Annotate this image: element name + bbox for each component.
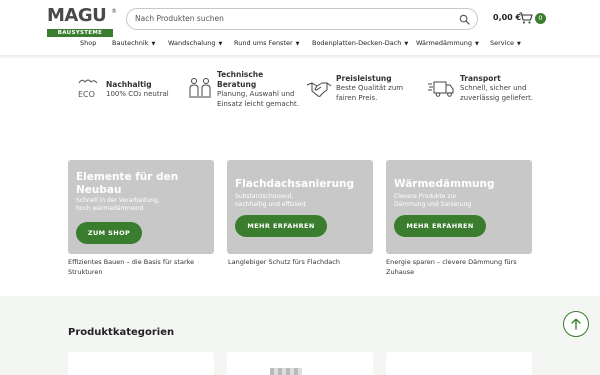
card-caption-waermedaemmung: Energie sparen – clevere Dämmung fürs Zu… bbox=[386, 258, 536, 277]
usp-beratung: Technische Beratung Planung, Auswahl und… bbox=[187, 70, 302, 114]
category-tile[interactable] bbox=[68, 352, 214, 375]
truck-icon bbox=[428, 81, 454, 97]
nav-item-bautechnik[interactable]: Bautechnik ▼ bbox=[112, 39, 155, 47]
usp-title-line-2: Beratung bbox=[217, 80, 257, 89]
chevron-down-icon: ▼ bbox=[517, 41, 521, 47]
card-title: Wärmedämmung bbox=[394, 178, 495, 190]
nav-label: Bodenplatten-Decken-Dach bbox=[312, 39, 402, 47]
cart-icon[interactable] bbox=[519, 12, 533, 24]
usp-text: 100% CO₂ neutral bbox=[106, 90, 169, 98]
card-caption-neubau: Effizientes Bauen – die Basis für starke… bbox=[68, 258, 218, 277]
card-title-line-1: Elemente für den bbox=[76, 171, 179, 183]
handshake-icon bbox=[306, 82, 332, 97]
nav-label: Service bbox=[490, 39, 515, 47]
nav-label: Rund ums Fenster bbox=[234, 39, 293, 47]
logo-registered-mark: ® bbox=[111, 8, 117, 15]
caption-line-1: Effizientes Bauen – die Basis für starke bbox=[68, 258, 195, 266]
chevron-down-icon: ▼ bbox=[295, 41, 300, 47]
usp-text-line-1: Beste Qualität zum bbox=[336, 84, 404, 92]
nav-label: Wärmedämmung bbox=[416, 39, 473, 47]
nav-label: Bautechnik bbox=[112, 39, 149, 47]
caption-line-2: Strukturen bbox=[68, 267, 103, 276]
chevron-down-icon: ▼ bbox=[151, 41, 156, 47]
nav-item-service[interactable]: Service ▼ bbox=[490, 39, 521, 47]
usp-title: Preisleistung bbox=[336, 74, 392, 83]
search-icon[interactable] bbox=[459, 14, 470, 25]
section-title: Produktkategorien bbox=[68, 327, 175, 338]
chevron-down-icon: ▼ bbox=[475, 41, 479, 47]
nav-item-bodenplatten[interactable]: Bodenplatten-Decken-Dach ▼ bbox=[312, 39, 408, 47]
site-header: MAGU ® BAUSYSTEME Nach Produkten suchen … bbox=[0, 0, 600, 59]
card-sub-line-1: Clevere Produkte zur bbox=[394, 193, 457, 200]
arrow-up-icon bbox=[571, 318, 581, 330]
card-title-line-2: Neubau bbox=[76, 184, 122, 196]
usp-title: Transport bbox=[460, 74, 501, 83]
caption-line-1: Langlebiger Schutz fürs Flachdach bbox=[228, 258, 340, 266]
chevron-down-icon: ▼ bbox=[218, 41, 223, 47]
logo-subline: BAUSYSTEME bbox=[47, 29, 113, 37]
usp-nachhaltig: ECO Nachhaltig 100% CO₂ neutral bbox=[76, 70, 186, 114]
chevron-down-icon: ▼ bbox=[404, 41, 409, 47]
nav-item-wandschalung[interactable]: Wandschalung ▼ bbox=[168, 39, 222, 47]
card-sub-line-1: Schnell in der Verarbeitung, bbox=[76, 197, 160, 204]
card-sub-line-2: nachhaltig und effizient bbox=[235, 201, 306, 208]
usp-text-line-2: fairen Preis. bbox=[336, 93, 378, 102]
card-title: Flachdachsanierung bbox=[235, 178, 355, 190]
team-icon bbox=[189, 78, 211, 98]
main-nav: Shop Bautechnik ▼ Wandschalung ▼ Rund ums … bbox=[0, 39, 600, 53]
card-sub-line-2: Dämmung und Sanierung bbox=[394, 201, 472, 208]
card-sub-line-2: hoch wärmedämmend bbox=[76, 205, 144, 212]
usp-title: Nachhaltig bbox=[106, 80, 152, 89]
cart-count-badge: 0 bbox=[535, 13, 546, 24]
mehr-erfahren-button[interactable]: MEHR ERFAHREN bbox=[394, 215, 486, 237]
header-divider bbox=[0, 55, 600, 59]
eco-icon: ECO bbox=[78, 79, 98, 99]
nav-item-fenster[interactable]: Rund ums Fenster ▼ bbox=[234, 39, 300, 47]
card-flachdach[interactable]: Flachdachsanierung Substanzschonend, nac… bbox=[227, 160, 373, 254]
usp-title-line-1: Technische bbox=[217, 70, 264, 79]
magu-logo[interactable]: MAGU ® BAUSYSTEME bbox=[47, 5, 117, 37]
zum-shop-button[interactable]: ZUM SHOP bbox=[76, 222, 142, 244]
card-caption-flachdach: Langlebiger Schutz fürs Flachdach bbox=[228, 258, 378, 268]
usp-text-line-2: zuverlässig geliefert. bbox=[460, 93, 534, 102]
usp-text-line-2: Einsatz leicht gemacht. bbox=[217, 99, 299, 108]
nav-label: Wandschalung bbox=[168, 39, 216, 47]
caption-line-2: Zuhause bbox=[386, 267, 415, 276]
card-neubau[interactable]: Elemente für den Neubau Schnell in der V… bbox=[68, 160, 214, 254]
usp-text-line-1: Planung, Auswahl und bbox=[217, 90, 295, 98]
search-placeholder: Nach Produkten suchen bbox=[135, 14, 224, 23]
category-tile[interactable] bbox=[386, 352, 532, 375]
logo-wordmark: MAGU bbox=[47, 5, 107, 26]
usp-text-line-1: Schnell, sicher und bbox=[460, 84, 527, 92]
usp-transport: Transport Schnell, sicher und zuverlässi… bbox=[428, 70, 558, 114]
caption-line-1: Energie sparen – clevere Dämmung fürs bbox=[386, 258, 517, 266]
card-sub-line-1: Substanzschonend, bbox=[235, 193, 294, 200]
search-input[interactable]: Nach Produkten suchen bbox=[126, 8, 478, 30]
usp-preisleistung: Preisleistung Beste Qualität zum fairen … bbox=[306, 70, 416, 114]
nav-item-shop[interactable]: Shop bbox=[80, 39, 96, 47]
svg-text:ECO: ECO bbox=[78, 90, 95, 99]
scroll-to-top-button[interactable] bbox=[563, 311, 589, 337]
mehr-erfahren-button[interactable]: MEHR ERFAHREN bbox=[235, 215, 327, 237]
cart-total: 0,00 € bbox=[493, 13, 522, 22]
nav-item-waermedaemmung[interactable]: Wärmedämmung ▼ bbox=[416, 39, 479, 47]
category-thumbnail bbox=[270, 368, 302, 375]
nav-label: Shop bbox=[80, 39, 97, 47]
card-waermedaemmung[interactable]: Wärmedämmung Clevere Produkte zur Dämmun… bbox=[386, 160, 532, 254]
